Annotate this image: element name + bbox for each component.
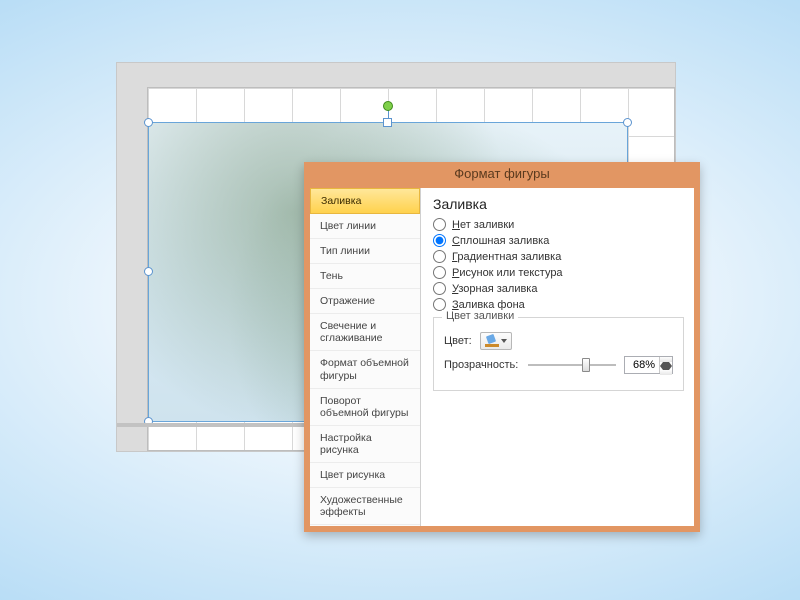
resize-handle-top-left[interactable] — [144, 118, 153, 127]
format-shape-dialog: Формат фигуры ЗаливкаЦвет линииТип линии… — [304, 162, 700, 532]
resize-handle-top-right[interactable] — [623, 118, 632, 127]
triangle-up-icon — [660, 357, 672, 366]
category-item[interactable]: Обрезка — [310, 525, 420, 526]
category-list: ЗаливкаЦвет линииТип линииТеньОтражениеС… — [310, 188, 421, 526]
color-picker-button[interactable] — [480, 332, 512, 350]
fill-panel-heading: Заливка — [433, 196, 684, 212]
fill-option-radio[interactable] — [433, 250, 446, 263]
rotate-handle[interactable] — [383, 101, 393, 111]
transparency-input[interactable] — [625, 357, 659, 373]
category-item[interactable]: Художественные эффекты — [310, 488, 420, 525]
resize-handle-mid-top[interactable] — [383, 118, 392, 127]
dialog-title: Формат фигуры — [310, 166, 694, 181]
fill-option-radio[interactable] — [433, 234, 446, 247]
category-item[interactable]: Цвет линии — [310, 214, 420, 239]
fill-option-row[interactable]: Сплошная заливка — [433, 234, 684, 247]
category-item[interactable]: Формат объемной фигуры — [310, 351, 420, 388]
fill-option-row[interactable]: Рисунок или текстура — [433, 266, 684, 279]
fill-option-row[interactable]: Нет заливки — [433, 218, 684, 231]
category-item[interactable]: Тень — [310, 264, 420, 289]
category-item[interactable]: Настройка рисунка — [310, 426, 420, 463]
triangle-down-icon — [660, 366, 672, 375]
fill-option-label: Сплошная заливка — [452, 235, 549, 247]
transparency-spinner[interactable] — [624, 356, 673, 374]
fill-options-group: Нет заливки Сплошная заливка Градиентная з… — [433, 218, 684, 311]
color-label: Цвет: — [444, 335, 472, 347]
fill-option-radio[interactable] — [433, 218, 446, 231]
fill-option-label: Градиентная заливка — [452, 251, 561, 263]
category-item[interactable]: Свечение и сглаживание — [310, 314, 420, 351]
transparency-label: Прозрачность: — [444, 359, 520, 371]
category-item[interactable]: Цвет рисунка — [310, 463, 420, 488]
fill-color-legend: Цвет заливки — [442, 310, 518, 322]
fill-option-label: Заливка фона — [452, 299, 525, 311]
spinner-down[interactable] — [660, 366, 672, 375]
chevron-down-icon — [501, 339, 507, 343]
fill-option-radio[interactable] — [433, 282, 446, 295]
transparency-slider[interactable] — [528, 357, 616, 373]
fill-option-label: Узорная заливка — [452, 283, 537, 295]
fill-option-label: Нет заливки — [452, 219, 514, 231]
fill-option-radio[interactable] — [433, 266, 446, 279]
slider-track — [528, 364, 616, 366]
category-item[interactable]: Отражение — [310, 289, 420, 314]
fill-option-row[interactable]: Узорная заливка — [433, 282, 684, 295]
paint-bucket-icon — [485, 335, 499, 347]
fill-option-label: Рисунок или текстура — [452, 267, 563, 279]
spinner-up[interactable] — [660, 357, 672, 366]
fill-panel: Заливка Нет заливки Сплошная заливка Гради… — [421, 188, 694, 526]
fill-color-fieldset: Цвет заливки Цвет: Прозрачность: — [433, 317, 684, 391]
category-item[interactable]: Поворот объемной фигуры — [310, 389, 420, 426]
slider-thumb[interactable] — [582, 358, 590, 372]
category-item[interactable]: Тип линии — [310, 239, 420, 264]
resize-handle-mid-left[interactable] — [144, 267, 153, 276]
fill-option-row[interactable]: Градиентная заливка — [433, 250, 684, 263]
category-item[interactable]: Заливка — [310, 188, 420, 214]
